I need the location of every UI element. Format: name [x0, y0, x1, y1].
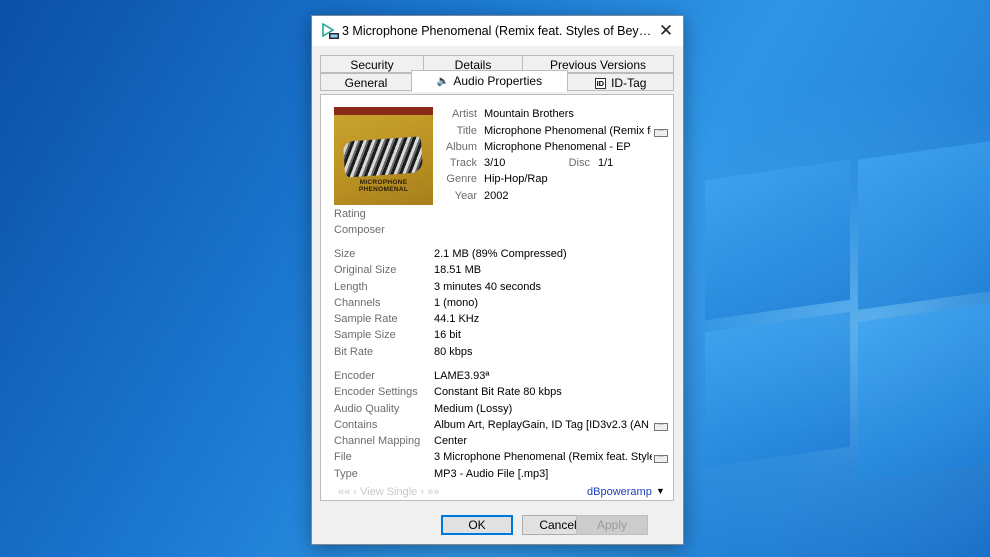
properties-dialog: 3 Microphone Phenomenal (Remix feat. Sty… [311, 15, 684, 545]
property-value: 44.1 KHz [434, 313, 480, 325]
chevron-down-icon[interactable]: ▼ [656, 486, 665, 496]
property-row: Encoder Settings Constant Bit Rate 80 kb… [334, 386, 669, 402]
property-row: File 3 Microphone Phenomenal (Remix feat… [334, 451, 669, 467]
album-art-caption: MICROPHONE PHENOMENAL [358, 179, 409, 193]
property-value: 18.51 MB [434, 264, 482, 276]
property-row: Sample Size 16 bit [334, 329, 669, 345]
property-row: Channel Mapping Center [334, 435, 669, 451]
year-value: 2002 [484, 190, 509, 202]
title-label: Title [456, 125, 477, 137]
property-value: 16 bit [434, 329, 461, 341]
property-value: LAME3.93ª [434, 370, 490, 382]
property-label: Contains [334, 419, 378, 431]
disc-value: 1/1 [598, 157, 614, 169]
property-label: Sample Size [334, 329, 396, 341]
composer-label: Composer [334, 224, 385, 236]
property-value: 3 minutes 40 seconds [434, 281, 542, 293]
property-label: Sample Rate [334, 313, 398, 325]
tab-id-tag-label: ID-Tag [611, 76, 647, 90]
close-button[interactable]: ✕ [653, 19, 679, 43]
property-value: 3 Microphone Phenomenal (Remix feat. Sty… [434, 451, 652, 463]
property-label: Bit Rate [334, 346, 374, 358]
property-label: Original Size [334, 264, 397, 276]
property-label: Type [334, 468, 358, 480]
property-row: Channels 1 (mono) [334, 297, 669, 313]
windows-logo-pane [858, 302, 990, 482]
view-single-nav: «« ‹ View Single › »» [338, 486, 440, 498]
property-value: 1 (mono) [434, 297, 479, 309]
tab-audio-properties-label: Audio Properties [453, 74, 543, 88]
year-label: Year [454, 190, 477, 202]
rating-row: Rating [334, 208, 669, 224]
album-value: Microphone Phenomenal - EP [484, 141, 631, 153]
property-value: Medium (Lossy) [434, 403, 513, 415]
file-more-button[interactable]: ··· [654, 454, 668, 463]
property-label: File [334, 451, 352, 463]
artist-value: Mountain Brothers [484, 108, 574, 120]
property-row: Contains Album Art, ReplayGain, ID Tag [… [334, 419, 669, 435]
property-label: Length [334, 281, 368, 293]
property-value: 2.1 MB (89% Compressed) [434, 248, 567, 260]
property-value: Center [434, 435, 468, 447]
property-value: Album Art, ReplayGain, ID Tag [ID3v2.3 (… [434, 419, 649, 431]
genre-label: Genre [446, 173, 477, 185]
tab-audio-properties[interactable]: 🔈 Audio Properties [411, 70, 568, 92]
property-row: Sample Rate 44.1 KHz [334, 313, 669, 329]
property-label: Encoder [334, 370, 375, 382]
windows-logo-pane [705, 159, 850, 321]
property-label: Audio Quality [334, 403, 400, 415]
artist-label: Artist [451, 108, 477, 120]
apply-button[interactable]: Apply [576, 515, 648, 535]
speaker-icon: 🔈 [436, 75, 450, 87]
property-row: Size 2.1 MB (89% Compressed) [334, 248, 669, 264]
property-value: MP3 - Audio File [.mp3] [434, 468, 549, 480]
audio-file-icon [322, 22, 339, 39]
genre-value: Hip-Hop/Rap [484, 173, 548, 185]
disc-label: Disc [568, 157, 590, 169]
track-label: Track [449, 157, 477, 169]
property-row: Bit Rate 80 kbps [334, 346, 669, 362]
tab-id-tag[interactable]: ID ID-Tag [567, 73, 674, 91]
windows-logo-pane [858, 140, 990, 310]
property-label: Size [334, 248, 356, 260]
title-value: Microphone Phenomenal (Remix fe [484, 125, 651, 137]
property-row: Length 3 minutes 40 seconds [334, 281, 669, 297]
title-more-button[interactable]: ··· [654, 128, 668, 137]
property-label: Channels [334, 297, 381, 309]
property-value: Constant Bit Rate 80 kbps [434, 386, 562, 398]
property-value: 80 kbps [434, 346, 473, 358]
tab-strip: Security Details Previous Versions Gener… [320, 55, 674, 95]
contains-more-button[interactable]: ··· [654, 422, 668, 431]
property-label: Channel Mapping [334, 435, 421, 447]
audio-properties-panel: MICROPHONE PHENOMENAL Artist Mountain Br… [320, 94, 674, 501]
id-tag-icon: ID [594, 78, 607, 90]
graffiti-logo [342, 136, 424, 178]
window-title: 3 Microphone Phenomenal (Remix feat. Sty… [342, 24, 652, 38]
tab-general[interactable]: General [320, 73, 412, 91]
rating-label: Rating [334, 208, 366, 220]
ok-button[interactable]: OK [441, 515, 513, 535]
composer-row: Composer [334, 224, 669, 240]
dbpoweramp-link[interactable]: dBpoweramp [587, 486, 652, 498]
tab-security[interactable]: Security [320, 55, 424, 73]
windows-logo-pane [705, 311, 850, 468]
property-label: Encoder Settings [334, 386, 418, 398]
property-row: Encoder LAME3.93ª [334, 370, 669, 386]
property-row: Original Size 18.51 MB [334, 264, 669, 280]
title-bar[interactable]: 3 Microphone Phenomenal (Remix feat. Sty… [312, 16, 683, 46]
album-label: Album [445, 141, 477, 153]
property-row: Audio Quality Medium (Lossy) [334, 403, 669, 419]
property-row: Type MP3 - Audio File [.mp3] [334, 468, 669, 484]
